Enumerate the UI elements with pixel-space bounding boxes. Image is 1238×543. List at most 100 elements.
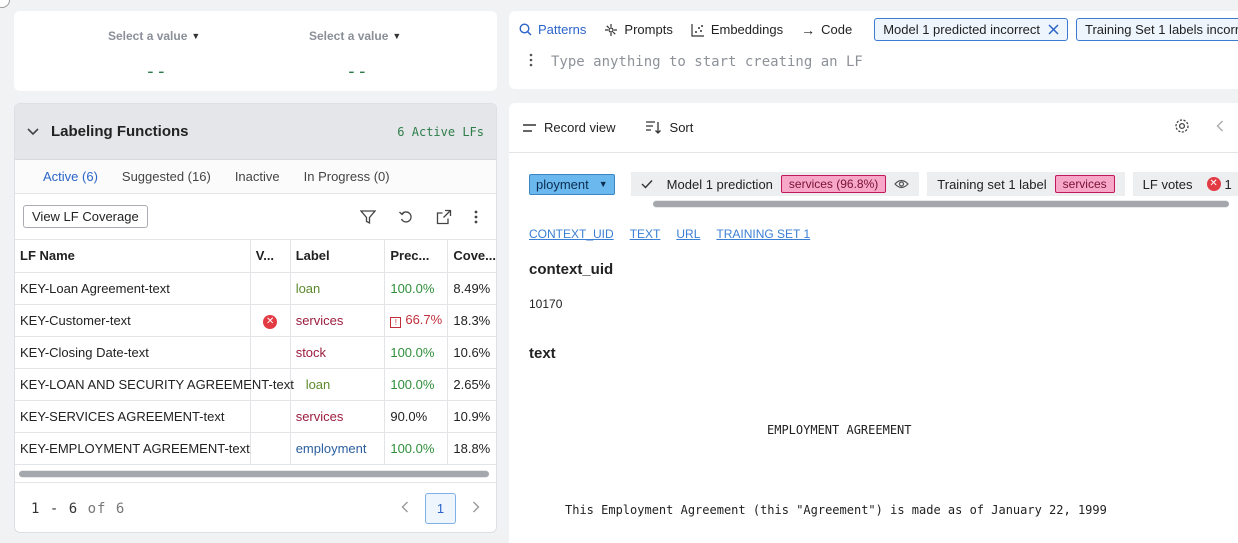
view-lf-coverage-button[interactable]: View LF Coverage (23, 205, 148, 228)
table-row[interactable]: KEY-Customer-text ✕ services ! 66.7% 18.3… (15, 304, 496, 337)
vote-cell (250, 400, 291, 433)
select-value-dropdown-1[interactable]: Select a value ▼ (108, 29, 200, 43)
col-lf-name[interactable]: LF Name (15, 240, 251, 273)
training-set-badge: services (1054, 175, 1115, 193)
filter-value-2: -- (346, 61, 368, 82)
search-icon (519, 23, 532, 36)
page-button[interactable]: 1 (425, 493, 456, 524)
settings-gear-icon[interactable] (1174, 118, 1190, 137)
undo-icon[interactable] (398, 209, 414, 225)
table-row[interactable]: KEY-Loan Agreement-text loan 100.0% 8.49… (15, 272, 496, 305)
filter-chip-training-incorrect[interactable]: Training Set 1 labels incorrect (1076, 18, 1238, 41)
sort-icon (645, 121, 661, 134)
table-row[interactable]: KEY-LOAN AND SECURITY AGREEMENT-text loa… (15, 368, 496, 401)
filter-icon[interactable] (360, 209, 376, 225)
link-context-uid[interactable]: CONTEXT_UID (529, 227, 614, 241)
field-links: CONTEXT_UID TEXT URL TRAINING SET 1 (529, 227, 810, 241)
record-view-panel: Record view Sort ployment ▼ Model 1 predi… (509, 103, 1238, 543)
sort-button[interactable]: Sort (645, 120, 694, 135)
chevron-left-icon[interactable] (1216, 120, 1224, 135)
lf-name: KEY-EMPLOYMENT AGREEMENT-text (15, 432, 251, 465)
lf-pattern-input[interactable]: Type anything to start creating an LF (529, 53, 863, 70)
label-dropdown[interactable]: ployment ▼ (529, 173, 615, 195)
lf-votes-cell: LF votes ✕ 1 (1132, 172, 1238, 196)
metadata-horizontal-scrollbar[interactable] (653, 200, 1229, 208)
active-lf-count: 6 Active LFs (397, 124, 484, 139)
select-value-dropdown-2[interactable]: Select a value ▼ (309, 29, 401, 43)
lf-label-cell: loan (290, 368, 386, 401)
chevron-left-icon[interactable] (401, 501, 409, 516)
chevron-down-icon[interactable] (27, 125, 39, 139)
filter-value-1: -- (145, 61, 167, 82)
lf-coverage: 18.8% (447, 432, 496, 465)
tab-in-progress[interactable]: In Progress (0) (304, 169, 390, 184)
tab-active[interactable]: Active (6) (43, 169, 98, 184)
table-horizontal-scrollbar[interactable] (19, 470, 489, 478)
lf-precision: 100.0% (384, 368, 449, 401)
corner-close-icon[interactable] (0, 0, 10, 8)
chip-label: Model 1 predicted incorrect (883, 22, 1040, 37)
prompt-icon (605, 23, 618, 36)
lf-panel-header[interactable]: Labeling Functions 6 Active LFs (15, 104, 496, 160)
lf-name: KEY-Customer-text (15, 304, 251, 337)
lf-toolbar: View LF Coverage (15, 194, 496, 240)
vote-cell (250, 432, 291, 465)
arrow-right-icon: → (801, 21, 816, 38)
training-set-label-cell: Training set 1 label services (927, 172, 1125, 196)
col-votes[interactable]: V... (250, 240, 291, 273)
table-row[interactable]: KEY-EMPLOYMENT AGREEMENT-text employment… (15, 432, 496, 465)
lf-coverage: 18.3% (447, 304, 496, 337)
menu-icon (523, 123, 536, 132)
lf-label: loan (303, 376, 331, 392)
lf-coverage: 10.6% (447, 336, 496, 369)
lf-label: employment (290, 432, 386, 465)
more-vertical-icon[interactable] (529, 53, 533, 70)
tab-embeddings[interactable]: Embeddings (691, 22, 783, 37)
page-range: 1 - 6 (31, 500, 79, 517)
pagination-range: 1 - 6 of 6 (31, 501, 125, 517)
tab-prompts[interactable]: Prompts (604, 22, 673, 37)
table-row[interactable]: KEY-SERVICES AGREEMENT-text services 90.… (15, 400, 496, 433)
field-value-context-uid: 10170 (529, 297, 563, 311)
lf-builder-bar: Patterns Prompts Embeddings → Code Model… (509, 11, 1238, 89)
tab-code[interactable]: → Code (801, 22, 852, 38)
document-heading: EMPLOYMENT AGREEMENT (767, 423, 912, 437)
link-url[interactable]: URL (676, 227, 700, 241)
tab-patterns[interactable]: Patterns (519, 22, 586, 37)
labeling-functions-panel: Labeling Functions 6 Active LFs Active (… (14, 103, 497, 533)
field-title-text: text (529, 345, 556, 362)
filter-card: Select a value ▼ -- Select a value ▼ -- (14, 11, 497, 91)
col-label[interactable]: Label (290, 240, 386, 273)
record-metadata-strip: ployment ▼ Model 1 prediction services (9… (509, 169, 1238, 199)
chip-label: Training Set 1 labels incorrect (1085, 22, 1238, 37)
record-view-button[interactable]: Record view (523, 120, 616, 135)
scrollbar-thumb[interactable] (653, 201, 1229, 207)
sort-label: Sort (669, 120, 694, 135)
lf-label: services (290, 304, 386, 337)
tab-suggested[interactable]: Suggested (16) (122, 169, 211, 184)
model-prediction-cell: Model 1 prediction services (96.8%) (630, 172, 920, 196)
eye-icon[interactable] (894, 179, 910, 189)
lf-votes-count: 1 (1224, 176, 1232, 192)
lf-precision: 100.0% (384, 336, 449, 369)
chevron-right-icon[interactable] (472, 501, 480, 516)
lf-tabs: Active (6) Suggested (16) Inactive In Pr… (15, 160, 496, 194)
close-icon[interactable] (1048, 24, 1059, 35)
field-title-context-uid: context_uid (529, 261, 614, 278)
more-vertical-icon[interactable] (474, 210, 478, 224)
link-text[interactable]: TEXT (630, 227, 661, 241)
lf-name: KEY-Loan Agreement-text (15, 272, 251, 305)
lf-input-placeholder[interactable]: Type anything to start creating an LF (551, 54, 863, 70)
col-coverage[interactable]: Cove... (447, 240, 496, 273)
caret-down-icon: ▼ (392, 31, 402, 41)
export-icon[interactable] (436, 209, 452, 225)
link-training-set[interactable]: TRAINING SET 1 (716, 227, 810, 241)
col-precision[interactable]: Prec... (384, 240, 449, 273)
tab-inactive[interactable]: Inactive (235, 169, 280, 184)
lf-name-cell: KEY-LOAN AND SECURITY AGREEMENT-text (15, 368, 294, 401)
filter-chip-model-incorrect[interactable]: Model 1 predicted incorrect (874, 18, 1068, 41)
x-circle-icon: ✕ (263, 314, 278, 329)
lf-precision: 66.7% (405, 312, 443, 327)
table-row[interactable]: KEY-Closing Date-text stock 100.0% 10.6% (15, 336, 496, 369)
scrollbar-thumb[interactable] (19, 471, 489, 477)
